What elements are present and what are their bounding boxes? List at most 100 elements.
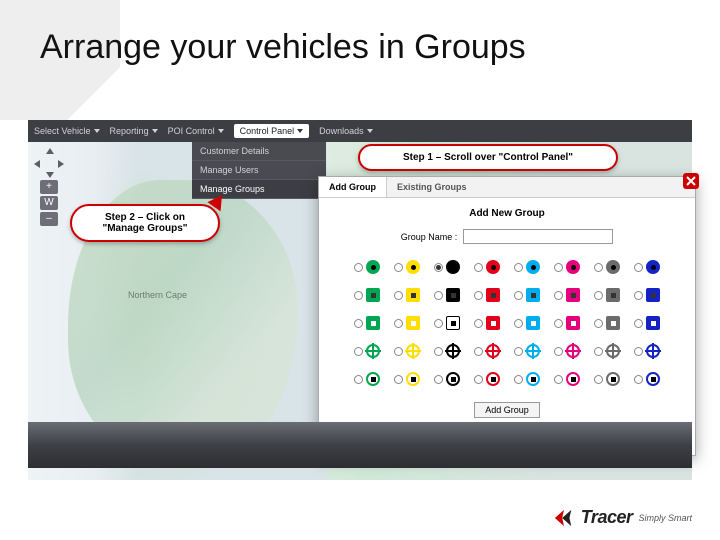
color-option[interactable] (429, 282, 465, 308)
radio-icon (354, 263, 363, 272)
color-option[interactable] (429, 254, 465, 280)
color-swatch (646, 372, 660, 386)
color-option[interactable] (589, 338, 625, 364)
color-option[interactable] (349, 366, 385, 392)
color-option[interactable] (469, 366, 505, 392)
add-group-modal: Add Group Existing Groups Add New Group … (318, 176, 696, 456)
radio-icon (594, 263, 603, 272)
color-option[interactable] (389, 254, 425, 280)
color-option[interactable] (509, 310, 545, 336)
color-swatch (646, 344, 660, 358)
radio-icon (594, 347, 603, 356)
color-option[interactable] (549, 310, 585, 336)
color-option[interactable] (509, 338, 545, 364)
color-option[interactable] (429, 310, 465, 336)
color-option[interactable] (349, 338, 385, 364)
color-swatch (606, 372, 620, 386)
modal-close-button[interactable] (683, 173, 699, 189)
color-option[interactable] (349, 310, 385, 336)
topbar-select-vehicle[interactable]: Select Vehicle (34, 126, 100, 136)
radio-icon (354, 347, 363, 356)
color-swatch (406, 288, 420, 302)
dropdown-customer-details[interactable]: Customer Details (192, 142, 326, 161)
color-swatch (446, 372, 460, 386)
color-swatch (526, 372, 540, 386)
pan-left-icon (34, 160, 40, 168)
color-option[interactable] (629, 338, 665, 364)
color-option[interactable] (549, 338, 585, 364)
color-swatch (446, 344, 460, 358)
color-option[interactable] (469, 338, 505, 364)
brand-logo: Tracer Simply Smart (545, 503, 700, 532)
radio-icon (434, 319, 443, 328)
color-option[interactable] (389, 338, 425, 364)
radio-icon (474, 263, 483, 272)
color-option[interactable] (509, 366, 545, 392)
radio-icon (594, 319, 603, 328)
color-option[interactable] (589, 254, 625, 280)
radio-icon (434, 375, 443, 384)
color-option[interactable] (629, 366, 665, 392)
color-option[interactable] (629, 282, 665, 308)
map-zoom-control: + W – (34, 148, 64, 228)
add-group-button[interactable]: Add Group (474, 402, 540, 418)
radio-icon (474, 319, 483, 328)
color-option[interactable] (509, 282, 545, 308)
color-option[interactable] (469, 310, 505, 336)
radio-icon (554, 291, 563, 300)
radio-icon (634, 263, 643, 272)
color-option[interactable] (349, 254, 385, 280)
color-swatch (606, 288, 620, 302)
zoom-in-button[interactable]: + (40, 180, 58, 194)
color-option[interactable] (429, 338, 465, 364)
color-option[interactable] (389, 282, 425, 308)
callout-step-1: Step 1 – Scroll over "Control Panel" (358, 144, 618, 171)
topbar-control-panel[interactable]: Control Panel (234, 124, 310, 138)
color-option[interactable] (349, 282, 385, 308)
color-swatch (526, 260, 540, 274)
tab-add-group[interactable]: Add Group (319, 177, 387, 197)
color-option[interactable] (509, 254, 545, 280)
color-swatch (366, 288, 380, 302)
color-option[interactable] (589, 310, 625, 336)
group-name-row: Group Name : (319, 225, 695, 254)
color-option[interactable] (469, 254, 505, 280)
color-swatch (566, 372, 580, 386)
modal-tabs: Add Group Existing Groups (319, 177, 695, 198)
color-swatch (406, 260, 420, 274)
color-swatch (486, 344, 500, 358)
radio-icon (634, 319, 643, 328)
radio-icon (354, 319, 363, 328)
zoom-w-button[interactable]: W (40, 196, 58, 210)
group-name-input[interactable] (463, 229, 613, 244)
topbar-poi-control[interactable]: POI Control (168, 126, 224, 136)
color-option[interactable] (629, 254, 665, 280)
color-option[interactable] (549, 282, 585, 308)
color-option[interactable] (389, 310, 425, 336)
color-option[interactable] (549, 254, 585, 280)
radio-icon (634, 291, 643, 300)
color-option[interactable] (589, 366, 625, 392)
color-option[interactable] (429, 366, 465, 392)
zoom-out-button[interactable]: – (40, 212, 58, 226)
app-screenshot: Northern Cape Western Cape Eastern Cape … (28, 120, 692, 480)
tab-existing-groups[interactable]: Existing Groups (387, 177, 477, 197)
radio-icon (434, 291, 443, 300)
map-pan-control[interactable] (34, 148, 64, 178)
topbar-reporting[interactable]: Reporting (110, 126, 158, 136)
radio-icon (554, 375, 563, 384)
color-option[interactable] (549, 366, 585, 392)
radio-icon (354, 375, 363, 384)
tracer-chevron-icon (553, 508, 575, 528)
color-option[interactable] (629, 310, 665, 336)
color-option[interactable] (589, 282, 625, 308)
radio-icon (394, 263, 403, 272)
radio-icon (354, 291, 363, 300)
color-swatch (366, 316, 380, 330)
dropdown-manage-users[interactable]: Manage Users (192, 161, 326, 180)
radio-icon (514, 291, 523, 300)
color-option[interactable] (469, 282, 505, 308)
topbar-downloads[interactable]: Downloads (319, 126, 373, 136)
radio-icon (474, 291, 483, 300)
color-option[interactable] (389, 366, 425, 392)
